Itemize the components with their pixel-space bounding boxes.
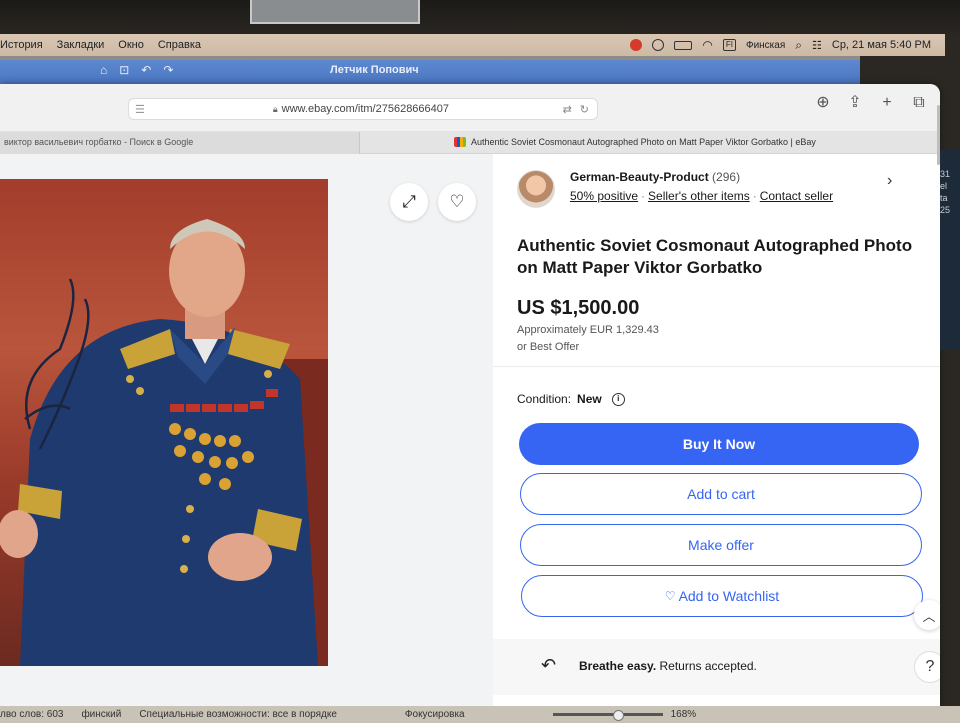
ebay-favicon-icon xyxy=(454,137,466,147)
zoom-slider[interactable] xyxy=(552,710,663,721)
page-title: Authentic Soviet Cosmonaut Autographed P… xyxy=(517,236,913,277)
plus-icon[interactable]: + xyxy=(880,95,894,111)
contact-seller-link[interactable]: Contact seller xyxy=(760,189,833,203)
page-content: ⤢ ♡ German-Beauty-Product (296) 50% posi… xyxy=(0,154,940,709)
chevron-up-icon[interactable]: ︿ xyxy=(914,600,940,630)
return-icon: ↶ xyxy=(541,655,557,675)
condition-row: Condition: New i xyxy=(517,392,625,406)
seller-feedback-count: (296) xyxy=(712,170,741,184)
tab-bar: виктор васильевич горбатко - Поиск в Goo… xyxy=(0,132,940,154)
approx-label: Approximately xyxy=(517,324,587,336)
toolbar-actions: ⊕ ⇪ + ⧉ xyxy=(816,95,926,111)
url-actions: ⇄ ↻ xyxy=(563,103,589,116)
avatar[interactable] xyxy=(517,170,555,208)
heart-outline-icon: ♡ xyxy=(664,589,676,603)
strip-line: ta xyxy=(940,193,948,203)
best-offer-text: or Best Offer xyxy=(517,341,580,353)
safari-window: ☰ 🔒︎ www.ebay.com/itm/275628666407 ⇄ ↻ ⊕… xyxy=(0,84,940,709)
word-count[interactable]: лво слов: 603 xyxy=(0,709,63,720)
background-window xyxy=(250,0,420,24)
tab-google-search[interactable]: виктор васильевич горбатко - Поиск в Goo… xyxy=(0,132,360,154)
menubar-status-area: ◠ FI Финская ⌕ ☷ Ср, 21 мая 5:40 PM xyxy=(630,38,945,53)
strip-line: el xyxy=(940,181,948,191)
tab-google-search-label: виктор васильевич горбатко - Поиск в Goo… xyxy=(4,137,194,147)
seller-name[interactable]: German-Beauty-Product (296) xyxy=(570,170,740,184)
address-bar[interactable]: ☰ 🔒︎ www.ebay.com/itm/275628666407 ⇄ ↻ xyxy=(128,98,598,120)
wifi-icon[interactable]: ◠ xyxy=(702,38,712,52)
search-icon[interactable]: ⌕ xyxy=(795,38,802,53)
seller-positive-link[interactable]: 50% positive xyxy=(570,189,638,203)
chevron-right-icon[interactable]: › xyxy=(887,172,892,190)
document-status-bar: лво слов: 603 финский Специальные возмож… xyxy=(0,706,960,723)
cosmonaut-portrait-illustration xyxy=(0,219,328,666)
tab-ebay-listing[interactable]: Authentic Soviet Cosmonaut Autographed P… xyxy=(454,137,816,147)
background-tab-title[interactable]: Летчик Попович xyxy=(330,64,419,76)
zoom-level[interactable]: 168% xyxy=(671,709,697,720)
condition-label: Condition: xyxy=(517,392,572,406)
returns-bold: Breathe easy. xyxy=(579,659,657,673)
flag-label[interactable]: FI xyxy=(722,39,736,51)
tab-ebay-listing-label: Authentic Soviet Cosmonaut Autographed P… xyxy=(471,137,816,147)
help-icon[interactable]: ? xyxy=(914,651,940,683)
share-icon[interactable]: ⇪ xyxy=(848,95,862,111)
expand-icon[interactable]: ⤢ xyxy=(390,183,428,221)
input-source-label[interactable]: Финская xyxy=(746,40,785,51)
product-photo[interactable] xyxy=(0,179,328,666)
approx-price: Approximately EUR 1,329.43 xyxy=(517,324,659,336)
image-gallery: ⤢ ♡ xyxy=(0,154,493,709)
play-icon[interactable] xyxy=(652,39,665,51)
heart-icon[interactable]: ♡ xyxy=(438,183,476,221)
background-nav-icons: ⌂⊡↶↷ xyxy=(100,63,186,77)
strip-line: 31 xyxy=(940,169,951,179)
translate-icon[interactable]: ⇄ xyxy=(563,103,572,116)
seller-other-items-link[interactable]: Seller's other items xyxy=(648,189,750,203)
focus-mode[interactable]: Фокусировка xyxy=(405,709,465,720)
returns-label: Returns accepted. xyxy=(659,659,757,673)
divider xyxy=(493,366,940,367)
menu-history[interactable]: История xyxy=(0,39,43,51)
monitor-bezel xyxy=(0,0,960,36)
lock-icon: 🔒︎ xyxy=(272,103,278,114)
reload-icon[interactable]: ↻ xyxy=(580,103,589,116)
menubar-datetime[interactable]: Ср, 21 мая 5:40 PM xyxy=(832,39,931,51)
browser-toolbar: ☰ 🔒︎ www.ebay.com/itm/275628666407 ⇄ ↻ ⊕… xyxy=(0,84,940,132)
page-menu-icon[interactable]: ☰ xyxy=(135,103,145,116)
menu-bookmarks[interactable]: Закладки xyxy=(57,39,105,51)
condition-value: New xyxy=(577,392,602,406)
strip-line: 25 xyxy=(940,205,951,215)
make-offer-button[interactable]: Make offer xyxy=(520,524,922,566)
seller-card[interactable]: German-Beauty-Product (296) 50% positive… xyxy=(517,170,917,212)
accessibility-status[interactable]: Специальные возможности: все в порядке xyxy=(139,709,337,720)
url-text[interactable]: www.ebay.com/itm/275628666407 xyxy=(282,103,449,115)
watchlist-label: Add to Watchlist xyxy=(678,588,780,604)
background-browser-toolbar: ⌂⊡↶↷ Летчик Попович xyxy=(0,56,860,84)
control-center-icon[interactable]: ☷ xyxy=(812,39,822,52)
listing-details: German-Beauty-Product (296) 50% positive… xyxy=(493,154,940,709)
menu-help[interactable]: Справка xyxy=(158,39,201,51)
download-icon[interactable]: ⊕ xyxy=(816,95,830,111)
tabs-icon[interactable]: ⧉ xyxy=(912,95,926,111)
seller-name-text[interactable]: German-Beauty-Product xyxy=(570,170,709,184)
returns-banner: ↶ Breathe easy. Returns accepted. ? xyxy=(493,639,940,695)
background-app-strip: 31 el ta 25 xyxy=(940,150,960,350)
menu-window[interactable]: Окно xyxy=(118,39,144,51)
macos-menubar: История Закладки Окно Справка ◠ FI Финск… xyxy=(0,34,945,56)
buy-it-now-button[interactable]: Buy It Now xyxy=(519,423,919,465)
seller-links: 50% positive · Seller's other items · Contac… xyxy=(570,189,834,203)
language-indicator[interactable]: финский xyxy=(81,709,121,720)
add-to-cart-button[interactable]: Add to cart xyxy=(520,473,922,515)
add-to-watchlist-button[interactable]: ♡ Add to Watchlist xyxy=(521,575,923,617)
battery-icon[interactable] xyxy=(674,40,693,50)
info-icon[interactable]: i xyxy=(611,392,625,406)
price: US $1,500.00 xyxy=(517,297,640,319)
apple-red-icon[interactable] xyxy=(630,39,643,51)
approx-value: EUR 1,329.43 xyxy=(589,324,659,336)
returns-text: Breathe easy. Returns accepted. xyxy=(579,659,757,673)
